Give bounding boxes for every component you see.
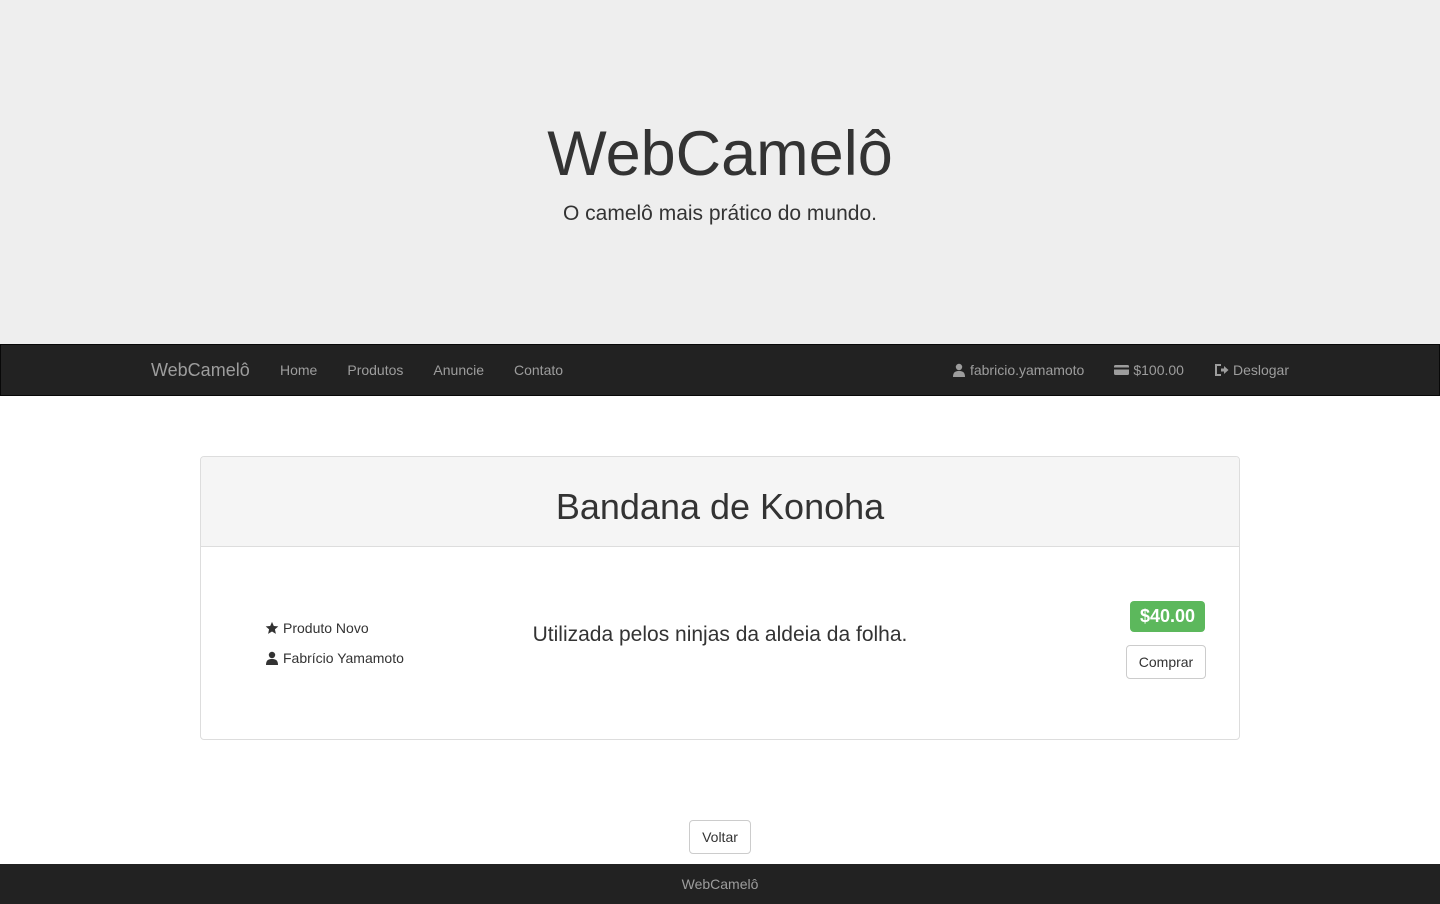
- buy-button[interactable]: Comprar: [1126, 645, 1206, 679]
- nav-user-profile[interactable]: fabricio.yamamoto: [937, 345, 1099, 395]
- nav-link-produtos[interactable]: Produtos: [332, 345, 418, 395]
- user-icon: [266, 651, 278, 665]
- nav-user-links: fabricio.yamamoto $100.00 Deslogar: [937, 345, 1304, 395]
- nav-link-anuncie[interactable]: Anuncie: [418, 345, 499, 395]
- navbar: WebCamelô Home Produtos Anuncie Contato …: [0, 344, 1440, 396]
- nav-link-home[interactable]: Home: [265, 345, 332, 395]
- product-panel-heading: Bandana de Konoha: [201, 457, 1239, 547]
- logout-icon: [1214, 364, 1229, 376]
- product-title: Bandana de Konoha: [555, 486, 885, 527]
- navbar-inner: WebCamelô Home Produtos Anuncie Contato …: [136, 345, 1304, 395]
- site-title: WebCamelô: [547, 119, 893, 189]
- price-badge: $40.00: [1129, 601, 1205, 632]
- back-button[interactable]: Voltar: [689, 820, 751, 854]
- footer: WebCamelô: [0, 864, 1440, 904]
- credit-card-icon: [1114, 365, 1130, 375]
- user-icon: [952, 363, 965, 377]
- nav-links: Home Produtos Anuncie Contato: [265, 345, 578, 395]
- jumbotron: WebCamelô O camelô mais prático do mundo…: [0, 0, 1440, 344]
- nav-logout-label: Deslogar: [1232, 362, 1289, 378]
- site-tagline: O camelô mais prático do mundo.: [563, 202, 877, 225]
- product-description: Utilizada pelos ninjas da aldeia da folh…: [532, 623, 908, 646]
- nav-username: fabricio.yamamoto: [969, 362, 1085, 378]
- nav-link-contato[interactable]: Contato: [499, 345, 578, 395]
- nav-balance[interactable]: $100.00: [1099, 345, 1199, 395]
- product-seller-name: Fabrício Yamamoto: [283, 650, 404, 666]
- product-seller: Fabrício Yamamoto: [265, 643, 404, 673]
- footer-brand: WebCamelô: [681, 876, 759, 892]
- nav-balance-amount: $100.00: [1133, 362, 1184, 378]
- product-panel: Bandana de Konoha Produto Novo Fabrício …: [200, 456, 1240, 740]
- navbar-brand[interactable]: WebCamelô: [151, 360, 250, 381]
- nav-logout[interactable]: Deslogar: [1199, 345, 1304, 395]
